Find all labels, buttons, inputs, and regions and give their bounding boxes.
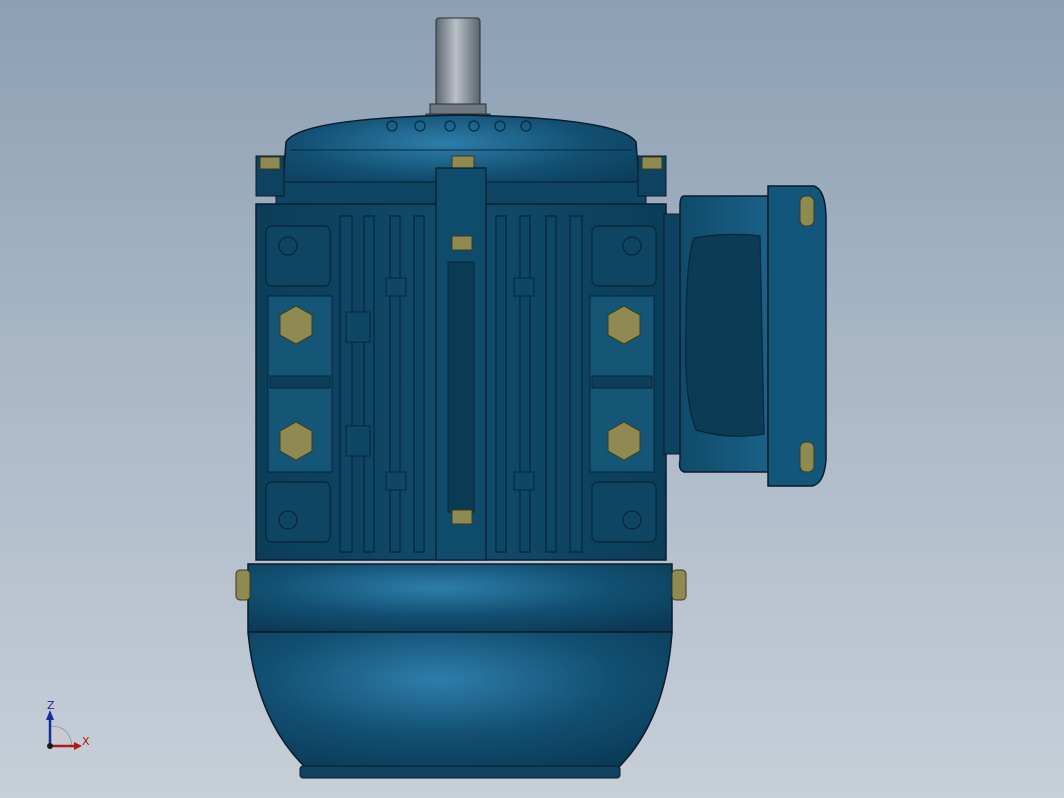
fan-cover[interactable] <box>235 563 687 779</box>
electric-motor-model[interactable] <box>0 0 1064 798</box>
cad-viewport[interactable]: Z X <box>0 0 1064 798</box>
z-axis-label: Z <box>47 699 55 712</box>
stator-housing[interactable] <box>255 167 667 561</box>
shaft[interactable] <box>425 17 491 121</box>
triad-plane <box>49 725 73 747</box>
x-axis-label: X <box>82 735 90 748</box>
terminal-box[interactable] <box>663 185 827 487</box>
triad-origin <box>47 743 53 749</box>
